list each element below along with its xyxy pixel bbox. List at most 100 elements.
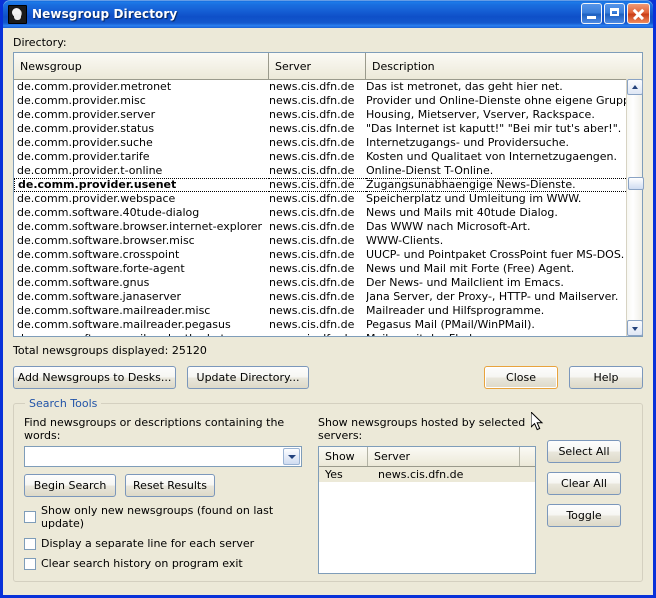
cell-description: Mailreader und Hilfsprogramme. [366, 304, 642, 318]
close-button[interactable]: Close [484, 366, 558, 389]
cell-newsgroup: de.comm.software.gnus [14, 276, 269, 290]
column-header-show[interactable]: Show [319, 447, 368, 466]
list-vertical-scrollbar[interactable] [626, 79, 642, 336]
cell-newsgroup: de.comm.software.mailreader.the-bat [14, 332, 269, 336]
newsreader-icon [8, 5, 27, 24]
cell-description: Das ist metronet, das geht hier net. [366, 80, 642, 94]
cell-description: Pegasus Mail (PMail/WinPMail). [366, 318, 642, 332]
column-header-description[interactable]: Description [366, 53, 642, 79]
select-all-button[interactable]: Select All [547, 440, 621, 463]
servers-label: Show newsgroups hosted by selected serve… [318, 416, 536, 442]
cell-newsgroup: de.comm.provider.tarife [14, 150, 269, 164]
table-row[interactable]: de.comm.provider.t-onlinenews.cis.dfn.de… [14, 164, 642, 178]
column-header-newsgroup[interactable]: Newsgroup [14, 53, 269, 79]
update-directory-button[interactable]: Update Directory... [187, 366, 309, 389]
checkbox-box-icon[interactable] [24, 538, 36, 550]
table-row[interactable]: de.comm.provider.servernews.cis.dfn.deHo… [14, 108, 642, 122]
newsgroup-list[interactable]: Newsgroup Server Description de.comm.pro… [13, 52, 643, 337]
table-row[interactable]: de.comm.provider.suchenews.cis.dfn.deInt… [14, 136, 642, 150]
search-tools-right: Show newsgroups hosted by selected serve… [318, 416, 632, 574]
cell-description: UUCP- und Pointpaket CrossPoint fuer MS-… [366, 248, 642, 262]
help-button[interactable]: Help [569, 366, 643, 389]
cell-description: Das WWW nach Microsoft-Art. [366, 220, 642, 234]
checkbox-box-icon[interactable] [24, 558, 36, 570]
scrollbar-thumb[interactable] [628, 177, 644, 190]
add-newsgroups-to-desks-button[interactable]: Add Newsgroups to Desks... [13, 366, 176, 389]
cell-server: news.cis.dfn.de [269, 178, 366, 192]
newsgroup-directory-window: Newsgroup Directory Directory: Newsgroup… [0, 0, 656, 598]
column-header-server-name[interactable]: Server [368, 447, 520, 466]
scroll-up-icon[interactable] [627, 79, 643, 95]
table-row[interactable]: de.comm.software.gnusnews.cis.dfn.deDer … [14, 276, 642, 290]
table-row[interactable]: de.comm.provider.webspacenews.cis.dfn.de… [14, 192, 642, 206]
close-window-button[interactable] [627, 3, 650, 24]
table-row[interactable]: de.comm.software.mailreader.miscnews.cis… [14, 304, 642, 318]
scroll-down-icon[interactable] [627, 320, 643, 336]
table-row[interactable]: de.comm.software.mailreader.the-batnews.… [14, 332, 642, 336]
table-row[interactable]: de.comm.provider.tarifenews.cis.dfn.deKo… [14, 150, 642, 164]
cell-server: news.cis.dfn.de [269, 276, 366, 290]
cell-description: News und Mails mit 40tude Dialog. [366, 206, 642, 220]
minimize-button[interactable] [581, 3, 602, 24]
checkbox-box-icon[interactable] [24, 511, 36, 523]
cell-server: news.cis.dfn.de [269, 304, 366, 318]
cell-server: news.cis.dfn.de [269, 122, 366, 136]
table-row[interactable]: de.comm.provider.statusnews.cis.dfn.de"D… [14, 122, 642, 136]
checkbox-label: Display a separate line for each server [41, 537, 254, 550]
table-row[interactable]: de.comm.provider.metronetnews.cis.dfn.de… [14, 80, 642, 94]
table-row[interactable]: de.comm.software.crosspointnews.cis.dfn.… [14, 248, 642, 262]
table-row[interactable]: de.comm.software.mailreader.pegasusnews.… [14, 318, 642, 332]
checkbox-show-only-new[interactable]: Show only new newsgroups (found on last … [24, 504, 302, 530]
server-selection-buttons: Select All Clear All Toggle [547, 416, 621, 574]
search-terms-combobox[interactable] [24, 446, 302, 467]
toggle-button[interactable]: Toggle [547, 504, 621, 527]
cell-description: Internetzugangs- und Providersuche. [366, 136, 642, 150]
cell-newsgroup: de.comm.software.forte-agent [14, 262, 269, 276]
cell-server: news.cis.dfn.de [269, 136, 366, 150]
cell-newsgroup: de.comm.provider.webspace [14, 192, 269, 206]
cell-newsgroup: de.comm.software.mailreader.pegasus [14, 318, 269, 332]
cell-server: news.cis.dfn.de [269, 220, 366, 234]
checkbox-label: Clear search history on program exit [41, 557, 243, 570]
cell-server: news.cis.dfn.de [269, 262, 366, 276]
server-list[interactable]: Show Server Yesnews.cis.dfn.de [318, 446, 536, 574]
table-row[interactable]: de.comm.provider.usenetnews.cis.dfn.deZu… [14, 178, 642, 192]
cell-description: Online-Dienst T-Online. [366, 164, 642, 178]
begin-search-button[interactable]: Begin Search [24, 474, 116, 497]
table-row[interactable]: de.comm.provider.miscnews.cis.dfn.deProv… [14, 94, 642, 108]
cell-server: news.cis.dfn.de [269, 164, 366, 178]
search-tools-left: Find newsgroups or descriptions containi… [24, 416, 302, 574]
table-row[interactable]: de.comm.software.40tude-dialognews.cis.d… [14, 206, 642, 220]
cell-description: Provider und Online-Dienste ohne eigene … [366, 94, 642, 108]
search-tools-group: Search Tools Find newsgroups or descript… [13, 403, 643, 582]
action-button-row: Add Newsgroups to Desks... Update Direct… [13, 366, 643, 389]
window-title: Newsgroup Directory [32, 7, 177, 21]
clear-all-button[interactable]: Clear All [547, 472, 621, 495]
checkbox-label: Show only new newsgroups (found on last … [41, 504, 302, 530]
checkbox-separate-line-per-server[interactable]: Display a separate line for each server [24, 537, 302, 550]
cell-newsgroup: de.comm.software.mailreader.misc [14, 304, 269, 318]
search-terms-input[interactable] [27, 449, 263, 466]
window-controls [581, 3, 650, 24]
server-row[interactable]: Yesnews.cis.dfn.de [319, 467, 535, 482]
cell-newsgroup: de.comm.provider.misc [14, 94, 269, 108]
cell-description: Housing, Mietserver, Vserver, Rackspace. [366, 108, 642, 122]
checkbox-clear-history-on-exit[interactable]: Clear search history on program exit [24, 557, 302, 570]
table-row[interactable]: de.comm.software.janaservernews.cis.dfn.… [14, 290, 642, 304]
cell-newsgroup: de.comm.provider.t-online [14, 164, 269, 178]
table-row[interactable]: de.comm.software.browser.internet-explor… [14, 220, 642, 234]
maximize-button[interactable] [604, 3, 625, 24]
server-list-header: Show Server [319, 447, 535, 467]
cell-newsgroup: de.comm.provider.suche [14, 136, 269, 150]
table-row[interactable]: de.comm.software.browser.miscnews.cis.df… [14, 234, 642, 248]
scrollbar-track[interactable] [627, 95, 642, 320]
chevron-down-icon[interactable] [283, 448, 300, 465]
cell-description: News und Mail mit Forte (Free) Agent. [366, 262, 642, 276]
server-list-body[interactable]: Yesnews.cis.dfn.de [319, 467, 535, 482]
column-header-server[interactable]: Server [269, 53, 366, 79]
cell-server: news.cis.dfn.de [269, 80, 366, 94]
list-body[interactable]: de.comm.provider.metronetnews.cis.dfn.de… [14, 80, 642, 336]
reset-results-button[interactable]: Reset Results [125, 474, 215, 497]
table-row[interactable]: de.comm.software.forte-agentnews.cis.dfn… [14, 262, 642, 276]
find-words-label: Find newsgroups or descriptions containi… [24, 416, 302, 442]
